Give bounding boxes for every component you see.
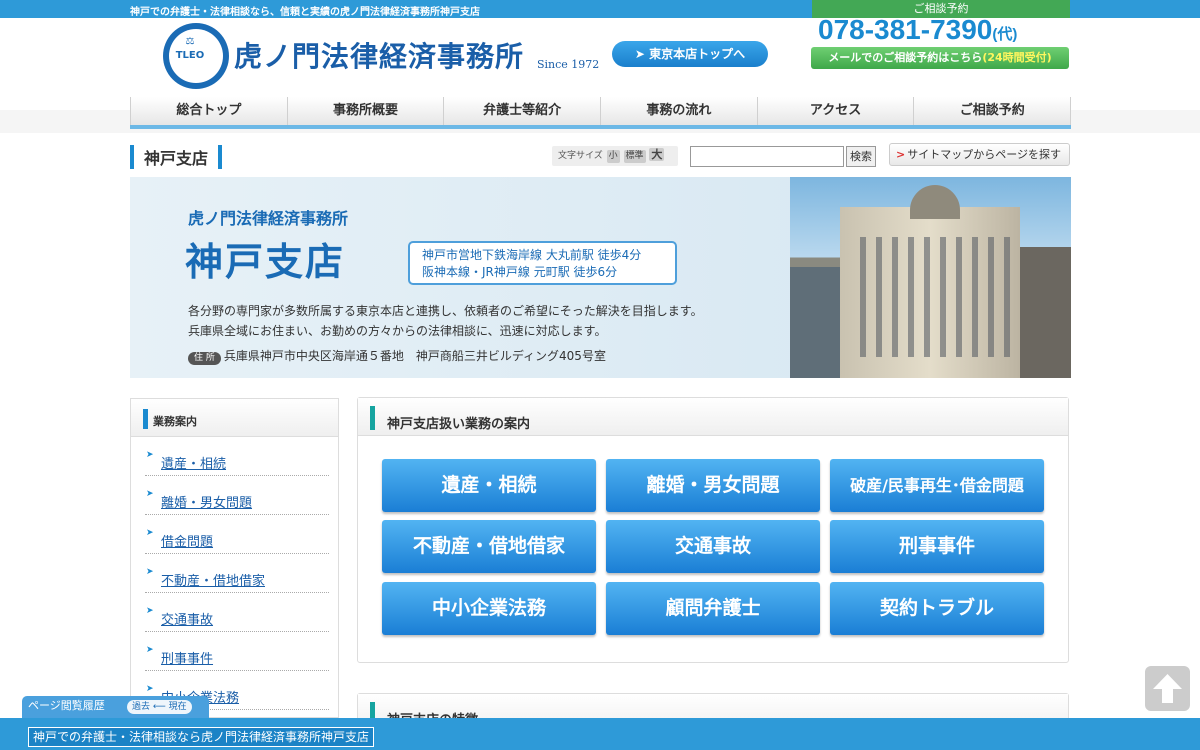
since-year: Since 1972 <box>537 58 600 71</box>
hero-banner: 虎ノ門法律経済事務所 神戸支店 神戸市営地下鉄海岸線 大丸前駅 徒歩4分 阪神本… <box>130 177 1071 378</box>
page-title: 神戸支店 <box>130 145 223 169</box>
hero-description: 各分野の専門家が多数所属する東京本店と連携し、依頼者のご希望にそった解決を目指し… <box>188 304 703 338</box>
sidebar-item-criminal[interactable]: ➤ 刑事事件 <box>145 632 329 671</box>
address-tag: 住 所 <box>188 352 221 365</box>
tokyo-top-button[interactable]: ➤ 東京本店トップへ <box>612 41 768 67</box>
font-large-button[interactable]: 大 <box>649 148 665 161</box>
service-inheritance-button[interactable]: 遺産・相続 <box>382 459 596 512</box>
nav-flow[interactable]: 事務の流れ <box>601 97 758 125</box>
sidebar-item-real-estate[interactable]: ➤ 不動産・借地借家 <box>145 554 329 593</box>
arrow-icon: ➤ <box>146 528 154 538</box>
service-advisor-button[interactable]: 顧問弁護士 <box>606 582 820 635</box>
nav-reservation[interactable]: ご相談予約 <box>914 97 1072 125</box>
services-panel: 神戸支店扱い業務の案内 遺産・相続 離婚・男女問題 破産/民事再生･借金問題 不… <box>357 397 1069 663</box>
sidebar-item-divorce[interactable]: ➤ 離婚・男女問題 <box>145 476 329 515</box>
font-size-switcher: 文字サイズ 小 標準 大 <box>552 146 678 166</box>
service-sme-button[interactable]: 中小企業法務 <box>382 582 596 635</box>
arrow-icon: ➤ <box>146 606 154 616</box>
nav-access[interactable]: アクセス <box>758 97 915 125</box>
font-medium-button[interactable]: 標準 <box>623 150 646 163</box>
building-photo <box>790 177 1071 378</box>
service-divorce-button[interactable]: 離婚・男女問題 <box>606 459 820 512</box>
service-criminal-button[interactable]: 刑事事件 <box>830 520 1044 573</box>
nav-about[interactable]: 事務所概要 <box>288 97 445 125</box>
service-traffic-button[interactable]: 交通事故 <box>606 520 820 573</box>
service-real-estate-button[interactable]: 不動産・借地借家 <box>382 520 596 573</box>
hero-access-info: 神戸市営地下鉄海岸線 大丸前駅 徒歩4分 阪神本線・JR神戸線 元町駅 徒歩6分 <box>408 241 677 285</box>
services-title: 神戸支店扱い業務の案内 <box>387 417 531 432</box>
font-small-button[interactable]: 小 <box>606 150 620 163</box>
nav-lawyers[interactable]: 弁護士等紹介 <box>444 97 602 125</box>
phone-number[interactable]: 078-381-7390(代) <box>818 14 1017 46</box>
chevron-right-icon: > <box>896 148 906 161</box>
arrow-icon: ➤ <box>146 450 154 460</box>
sidebar-services: 業務案内 ➤ 遺産・相続 ➤ 離婚・男女問題 ➤ 借金問題 ➤ 不動産・借地借家 ➤ 交通… <box>130 398 339 718</box>
sidebar-item-inheritance[interactable]: ➤ 遺産・相続 <box>145 437 329 476</box>
page-history-tab[interactable]: ページ閲覧履歴 過去 ⟵ 現在 <box>22 696 209 718</box>
sidebar-title: 業務案内 <box>153 415 197 428</box>
arrow-icon: ➤ <box>146 489 154 499</box>
hero-firm-name: 虎ノ門法律経済事務所 <box>188 209 349 228</box>
arrow-icon: ➤ <box>146 645 154 655</box>
firm-logo-icon[interactable]: ⚖ TLEO <box>163 23 229 89</box>
history-nav[interactable]: 過去 ⟵ 現在 <box>127 700 192 714</box>
arrow-icon: ➤ <box>146 684 154 694</box>
service-bankruptcy-button[interactable]: 破産/民事再生･借金問題 <box>830 459 1044 512</box>
footer-link[interactable]: 神戸での弁護士・法律相談なら虎ノ門法律経済事務所神戸支店 <box>28 727 375 747</box>
hero-address: 住 所兵庫県神戸市中央区海岸通５番地 神戸商船三井ビルディング405号室 <box>188 347 606 365</box>
scroll-to-top-button[interactable] <box>1145 666 1190 711</box>
sidebar-item-traffic[interactable]: ➤ 交通事故 <box>145 593 329 632</box>
sitemap-button[interactable]: > サイトマップからページを探す <box>889 143 1070 166</box>
search-input[interactable] <box>690 146 844 167</box>
service-contract-button[interactable]: 契約トラブル <box>830 582 1044 635</box>
search-button[interactable]: 検索 <box>846 146 876 167</box>
font-size-label: 文字サイズ <box>558 151 603 161</box>
sidebar-item-debt[interactable]: ➤ 借金問題 <box>145 515 329 554</box>
site-tagline: 神戸での弁護士・法律相談なら、信頼と実績の虎ノ門法律経済事務所神戸支店 <box>130 7 480 18</box>
arrow-icon: ➤ <box>146 567 154 577</box>
history-label: ページ閲覧履歴 <box>28 699 105 712</box>
arrow-up-icon <box>1153 674 1182 703</box>
firm-name-logo[interactable]: 虎ノ門法律経済事務所 <box>234 35 524 75</box>
nav-home[interactable]: 総合トップ <box>130 97 288 125</box>
main-nav: 総合トップ 事務所概要 弁護士等紹介 事務の流れ アクセス ご相談予約 <box>130 97 1072 129</box>
hero-branch-name: 神戸支店 <box>185 240 346 284</box>
mail-reservation-button[interactable]: メールでのご相談予約はこちら(24時間受付) <box>811 47 1069 69</box>
